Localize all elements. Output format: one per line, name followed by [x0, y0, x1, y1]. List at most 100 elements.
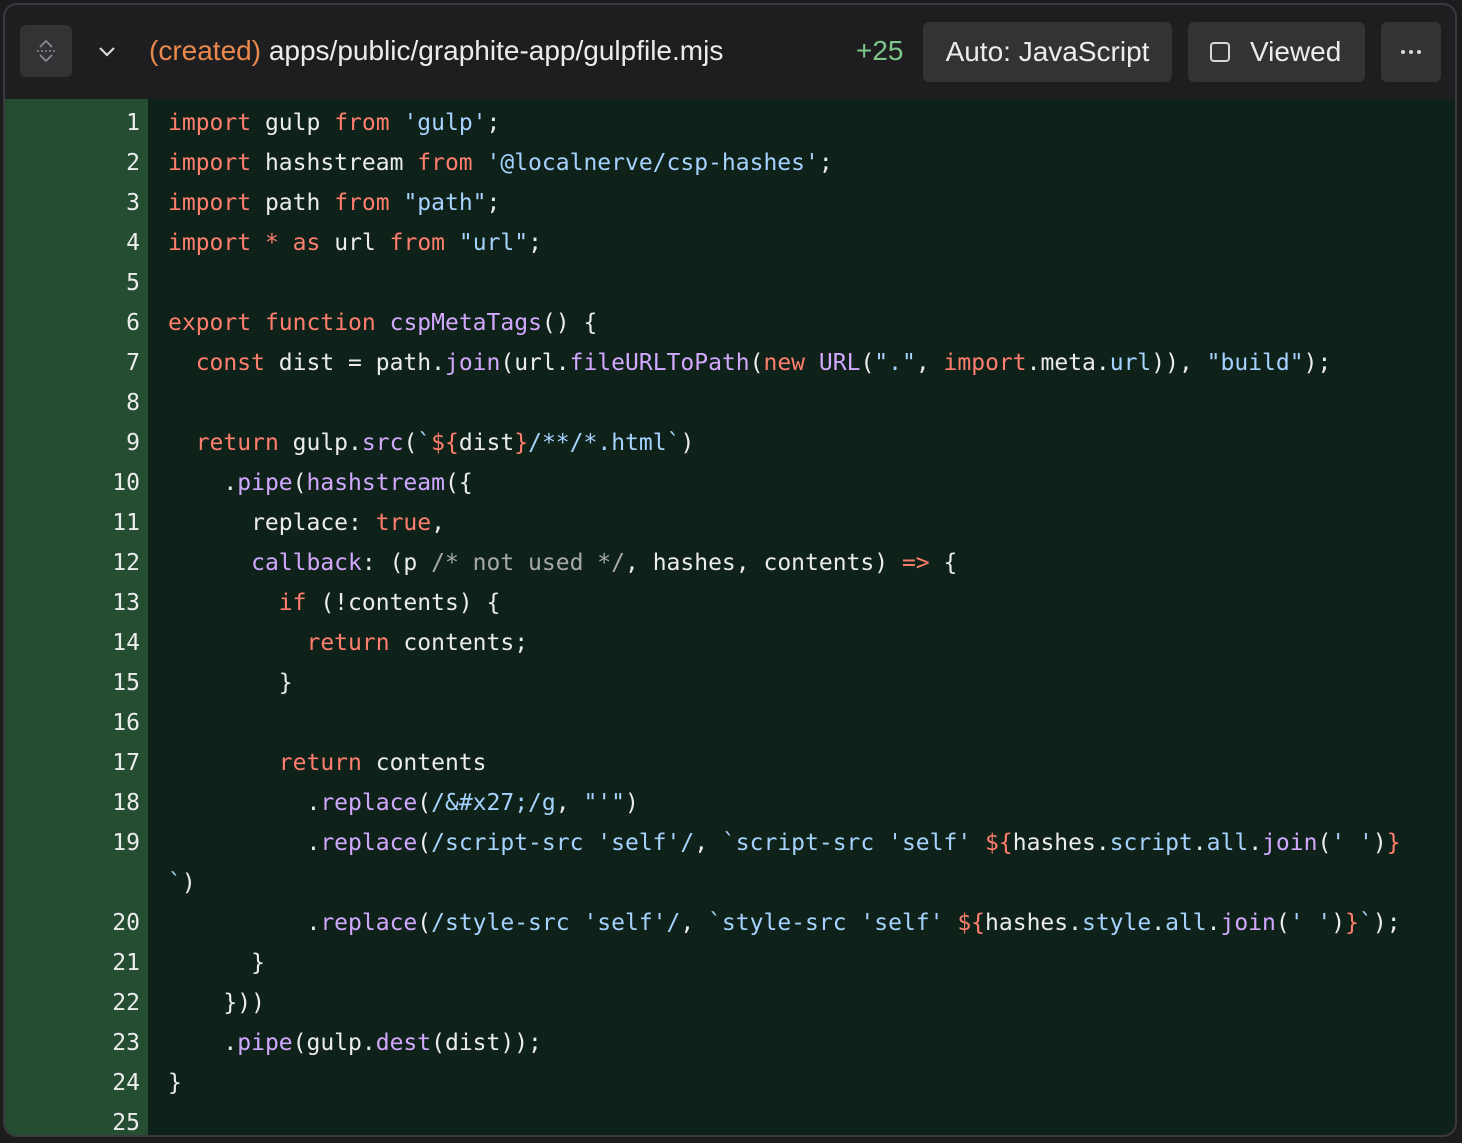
file-title: (created) apps/public/graphite-app/gulpf…	[149, 33, 723, 69]
code-line: 23 .pipe(gulp.dest(dist));	[5, 1023, 1455, 1063]
code-token: .	[168, 830, 321, 856]
code-token: *	[264, 230, 279, 256]
more-horizontal-icon	[1401, 50, 1421, 54]
code-token: .	[168, 910, 321, 936]
code-token: '@localnerve/csp-hashes'	[486, 150, 819, 176]
line-code: return gulp.src(`${dist}/**/*.html`)	[168, 423, 695, 463]
line-number: 15	[112, 670, 140, 696]
line-number: 2	[126, 150, 140, 176]
code-token: ;	[486, 190, 501, 216]
file-path-link[interactable]: apps/public/graphite-app/gulpfile.mjs	[269, 35, 724, 66]
line-number: 20	[112, 910, 140, 936]
code-token: pipe	[237, 1030, 293, 1056]
viewed-label: Viewed	[1250, 36, 1342, 67]
code-token: dist = path.	[264, 350, 445, 376]
code-token: new	[763, 350, 806, 376]
code-line: 8	[5, 383, 1455, 423]
viewed-toggle-button[interactable]: Viewed	[1188, 22, 1365, 82]
code-token: all	[1165, 910, 1207, 936]
code-token: "path"	[403, 190, 487, 216]
line-code: .replace(/script-src 'self'/, `script-sr…	[168, 823, 1401, 863]
expand-collapse-icon	[37, 39, 55, 63]
line-number: 8	[126, 390, 140, 416]
code-token: style	[1081, 910, 1152, 936]
code-line: 18 .replace(/&#x27;/g, "'")	[5, 783, 1455, 823]
code-token: from	[334, 190, 390, 216]
language-selector-button[interactable]: Auto: JavaScript	[923, 22, 1172, 82]
code-token: url	[320, 230, 390, 256]
checkbox-icon[interactable]	[1210, 42, 1230, 62]
code-line: 13 if (!contents) {	[5, 583, 1455, 623]
expand-context-button[interactable]	[20, 25, 72, 77]
line-code: }	[168, 663, 293, 703]
code-token: from	[334, 110, 390, 136]
code-token: return	[195, 430, 279, 456]
code-token: from	[389, 230, 446, 256]
line-code: import * as url from "url";	[168, 223, 542, 263]
code-token: );	[1303, 350, 1332, 376]
code-token: replace	[320, 790, 418, 816]
code-token: )),	[1151, 350, 1207, 376]
code-token: ;	[818, 150, 833, 176]
code-token: (	[417, 910, 432, 936]
code-token: URL	[818, 350, 861, 376]
code-token: .meta.	[1026, 350, 1110, 376]
code-token: hashes.	[985, 910, 1082, 936]
line-code: callback: (p /* not used */, hashes, con…	[168, 543, 957, 583]
code-token: ' '	[1289, 910, 1332, 936]
line-code: .pipe(gulp.dest(dist));	[168, 1023, 542, 1063]
code-token: ;	[486, 110, 501, 136]
code-token: ' '	[1331, 830, 1373, 856]
chevron-down-icon	[99, 47, 115, 57]
code-token: callback	[251, 550, 362, 576]
code-token: }	[1386, 830, 1401, 856]
line-code: return contents;	[168, 623, 528, 663]
code-token: ${	[957, 910, 986, 936]
line-number: 3	[126, 190, 140, 216]
code-line: 5	[5, 263, 1455, 303]
code-line: 17 return contents	[5, 743, 1455, 783]
code-token: join	[1262, 830, 1318, 856]
code-token: (	[749, 350, 764, 376]
code-token: true	[375, 510, 432, 536]
more-options-button[interactable]	[1381, 22, 1441, 82]
line-number: 19	[112, 830, 140, 856]
code-token: (	[417, 790, 432, 816]
code-token: }	[168, 1070, 182, 1096]
code-token: }	[1345, 910, 1359, 936]
line-number: 14	[112, 630, 140, 656]
code-token: }	[514, 430, 529, 456]
collapse-file-button[interactable]	[85, 25, 129, 77]
code-token: (	[292, 470, 307, 496]
line-number: 12	[112, 550, 140, 576]
code-token: .	[1206, 910, 1221, 936]
added-lines-count: +25	[856, 35, 904, 66]
code-token: dist	[458, 430, 515, 456]
code-token: ,	[555, 790, 584, 816]
code-token: /script-src 'self'/	[431, 830, 695, 856]
code-line: 20 .replace(/style-src 'self'/, `style-s…	[5, 903, 1455, 943]
code-token: hashes.	[1012, 830, 1110, 856]
code-token: (	[860, 350, 875, 376]
code-token: .	[1192, 830, 1207, 856]
code-token: gulp.	[278, 430, 362, 456]
code-token: import	[168, 150, 252, 176]
code-token: /style-src 'self'/	[431, 910, 681, 936]
line-number: 7	[126, 350, 140, 376]
code-token: import	[943, 350, 1027, 376]
code-token: contents	[361, 750, 487, 776]
code-line: 15 }	[5, 663, 1455, 703]
code-token: ;	[528, 230, 542, 256]
code-token: cspMetaTags	[389, 310, 542, 336]
code-line: `)	[5, 863, 1455, 903]
code-token: const	[195, 350, 265, 376]
line-number: 4	[126, 230, 140, 256]
